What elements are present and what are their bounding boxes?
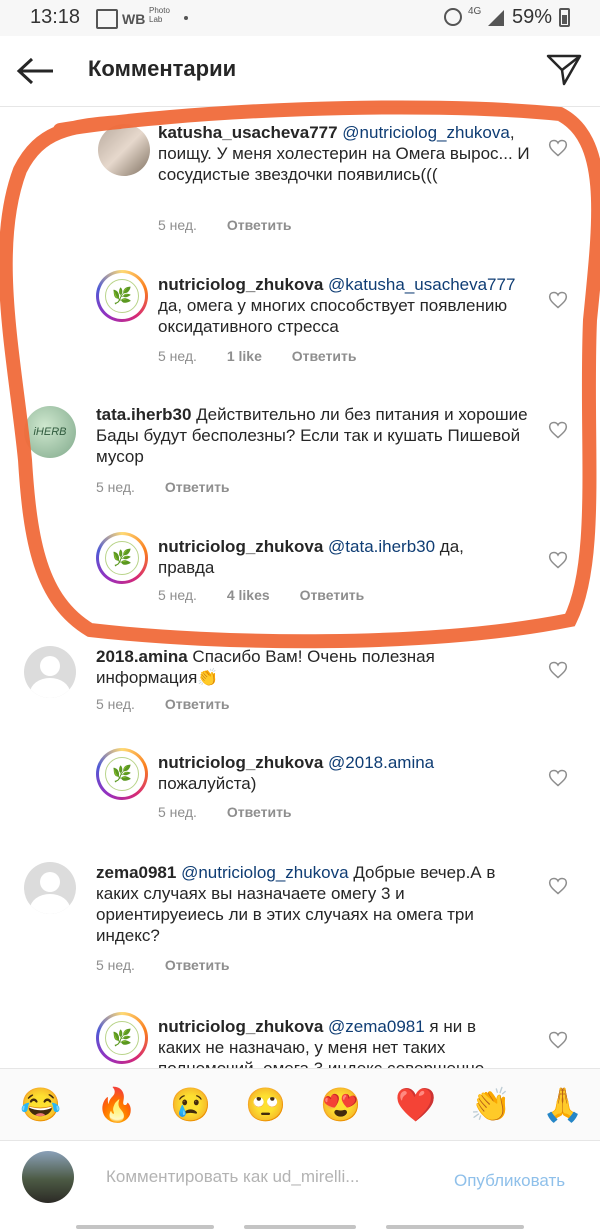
comment-text: nutriciolog_zhukova @2018.amina пожалуйс… xyxy=(158,752,518,794)
status-time: 13:18 xyxy=(30,6,81,28)
comment-input[interactable]: Комментировать как ud_mirelli... xyxy=(106,1167,359,1187)
header: Комментарии xyxy=(0,36,600,107)
emoji-bar: 😂 🔥 😢 🙄 😍 ❤️ 👏 🙏 xyxy=(0,1068,600,1141)
comment-meta: 5 нед. Ответить xyxy=(96,957,256,973)
emoji-heart-eyes[interactable]: 😍 xyxy=(320,1087,361,1123)
heart-icon[interactable] xyxy=(548,660,568,680)
leaf-logo-icon: 🌿 xyxy=(105,1021,139,1055)
comment-text: nutriciolog_zhukova @zema0981 я ни в как… xyxy=(158,1016,518,1068)
gallery-icon xyxy=(96,9,118,29)
wb-icon: WB xyxy=(122,11,146,27)
comment-username[interactable]: nutriciolog_zhukova xyxy=(158,753,323,772)
comment-username[interactable]: zema0981 xyxy=(96,863,176,882)
heart-icon[interactable] xyxy=(548,876,568,896)
battery-icon xyxy=(559,8,570,27)
network-type: 4G xyxy=(468,6,482,17)
nav-handle-center[interactable] xyxy=(244,1225,356,1229)
comment-mention[interactable]: @nutriciolog_zhukova xyxy=(181,863,349,882)
reply-button[interactable]: Ответить xyxy=(165,957,230,973)
comment-age: 5 нед. xyxy=(96,957,135,973)
avatar[interactable]: 🌿 xyxy=(96,1012,148,1064)
direct-send-icon[interactable] xyxy=(546,52,582,86)
comment-meta: 5 нед. Ответить xyxy=(158,804,318,820)
nav-handle-right[interactable] xyxy=(386,1225,524,1229)
emoji-fire[interactable]: 🔥 xyxy=(96,1087,137,1123)
comment-text: zema0981 @nutriciolog_zhukova Добрые веч… xyxy=(96,862,526,946)
back-arrow-icon[interactable] xyxy=(16,56,56,86)
comment-username[interactable]: nutriciolog_zhukova xyxy=(158,1017,323,1036)
highlight-scribble xyxy=(0,100,600,649)
nav-handle-left[interactable] xyxy=(76,1225,214,1229)
comment-age: 5 нед. xyxy=(96,696,135,712)
status-bar: 13:18 WB Photo Lab 4G 59% xyxy=(0,0,600,36)
system-nav-bar xyxy=(0,1222,600,1232)
emoji-red-heart[interactable]: ❤️ xyxy=(395,1087,436,1123)
emoji-crying[interactable]: 😢 xyxy=(170,1087,211,1123)
comment-mention[interactable]: @2018.amina xyxy=(328,753,434,772)
leaf-logo-icon: 🌿 xyxy=(105,757,139,791)
heart-icon[interactable] xyxy=(548,768,568,788)
reply-button[interactable]: Ответить xyxy=(227,804,292,820)
comment-reply: 🌿 nutriciolog_zhukova @zema0981 я ни в к… xyxy=(0,1010,600,1068)
publish-button[interactable]: Опубликовать xyxy=(454,1171,565,1191)
emoji-praying[interactable]: 🙏 xyxy=(542,1087,583,1123)
comment-mention[interactable]: @zema0981 xyxy=(328,1017,425,1036)
reply-button[interactable]: Ответить xyxy=(165,696,230,712)
comment-body: пожалуйста) xyxy=(158,774,257,793)
emoji-clapping[interactable]: 👏 xyxy=(470,1087,511,1123)
photo-lab-icon: Photo Lab xyxy=(149,6,170,24)
avatar[interactable] xyxy=(24,862,76,914)
comment-age: 5 нед. xyxy=(158,804,197,820)
avatar[interactable]: 🌿 xyxy=(96,748,148,800)
page-title: Комментарии xyxy=(88,56,237,81)
heart-icon[interactable] xyxy=(548,1030,568,1050)
alarm-icon xyxy=(444,8,462,26)
current-user-avatar[interactable] xyxy=(22,1151,74,1203)
emoji-laughing[interactable]: 😂 xyxy=(20,1087,61,1123)
more-notifications-dot xyxy=(184,16,188,20)
emoji-eye-roll[interactable]: 🙄 xyxy=(245,1087,286,1123)
comment-input-bar: Комментировать как ud_mirelli... Опублик… xyxy=(0,1140,600,1223)
battery-percent: 59% xyxy=(512,6,553,28)
comment-meta: 5 нед. Ответить xyxy=(96,696,256,712)
signal-icon xyxy=(488,10,504,26)
